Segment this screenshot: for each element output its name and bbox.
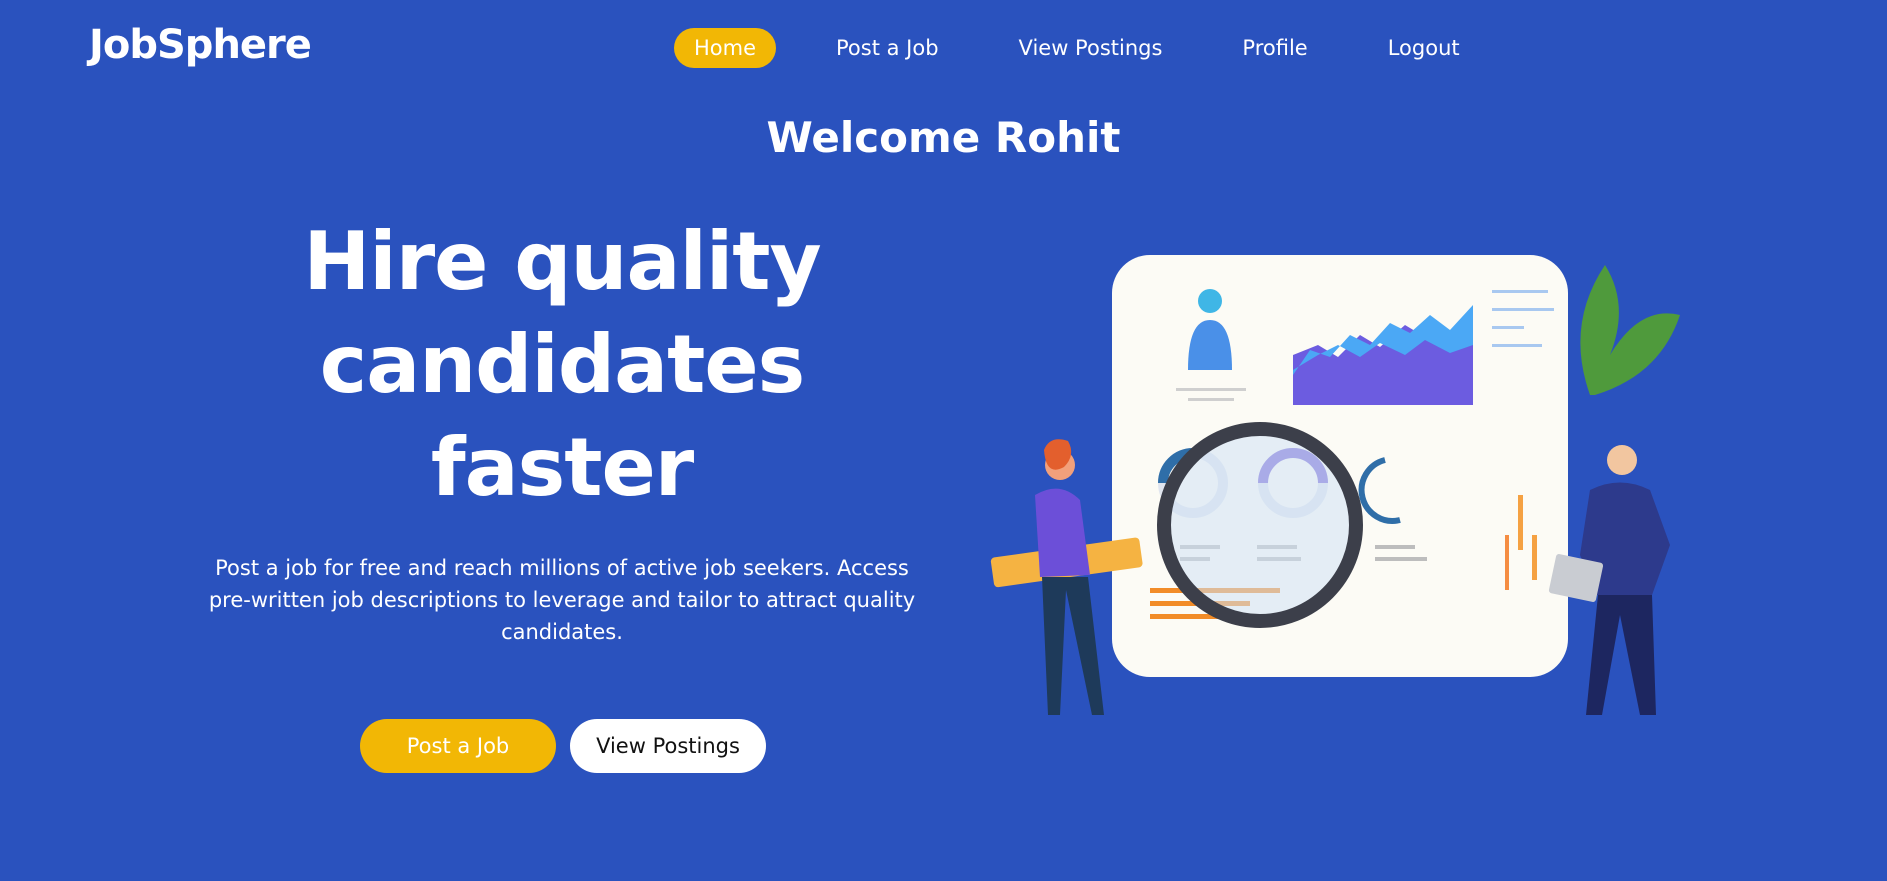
man-head [1607,445,1637,475]
recruitment-illustration [990,255,1680,715]
legend-line [1492,308,1554,311]
orange-bar [1518,495,1523,550]
hero-title: Hire quality candidates faster [212,210,912,519]
welcome-heading: Welcome Rohit [766,113,1121,162]
orange-bar [1505,535,1509,590]
user-text-line [1176,388,1246,391]
nav-item-view-postings[interactable]: View Postings [999,28,1183,68]
hero-description: Post a job for free and reach millions o… [208,556,916,644]
leaf-icon [1580,265,1680,395]
text-bar [1375,545,1415,549]
nav-item-post-a-job[interactable]: Post a Job [816,28,959,68]
legend-line [1492,326,1524,329]
nav-item-home[interactable]: Home [674,28,777,68]
text-bar [1375,557,1427,561]
user-text-line [1188,398,1234,401]
post-job-button[interactable]: Post a Job [360,719,556,773]
magnifying-glass-icon [1157,422,1363,628]
hero-title-line3: faster [430,421,694,514]
hero-title-line1: Hire quality [303,215,821,308]
man-legs [1586,595,1656,715]
woman-body [1035,488,1090,577]
main-nav: Home Post a Job View Postings Profile Lo… [674,28,1520,68]
orange-bar [1532,535,1537,580]
brand-logo[interactable]: JobSphere [89,22,312,68]
woman-legs [1042,577,1104,715]
nav-item-logout[interactable]: Logout [1368,28,1480,68]
view-postings-button[interactable]: View Postings [570,719,766,773]
hero-title-line2: candidates [319,318,805,411]
legend-line [1492,344,1542,347]
legend-line [1492,290,1548,293]
nav-item-profile[interactable]: Profile [1222,28,1327,68]
user-avatar-icon [1198,289,1222,313]
